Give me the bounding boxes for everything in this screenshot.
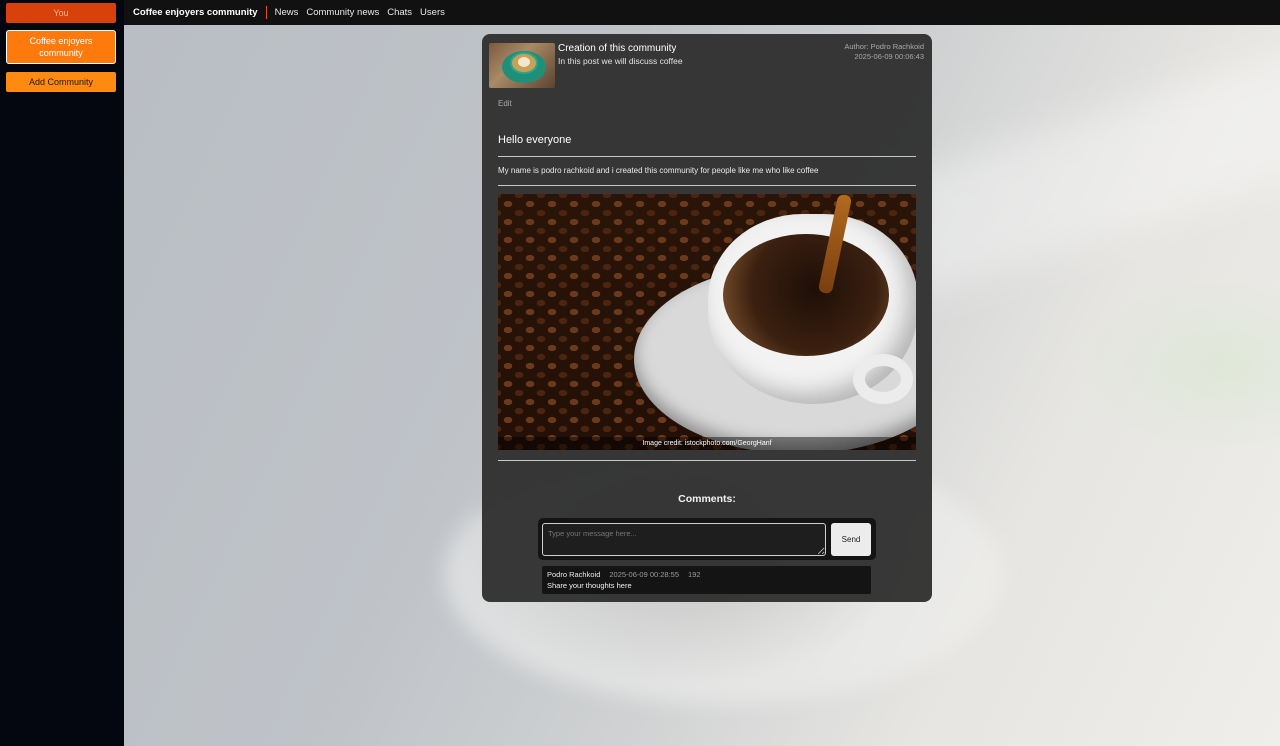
post-image: Image credit: istockphoto.com/GeorgHanf [498, 194, 916, 450]
sidebar: You Coffee enjoyers community Add Commun… [0, 0, 124, 746]
nav-community-news[interactable]: Community news [306, 7, 379, 18]
divider [498, 460, 916, 461]
comment-text: Share your thoughts here [547, 581, 632, 590]
post-body: My name is podro rachkoid and i created … [498, 166, 819, 175]
comment-author[interactable]: Podro Rachkoid [547, 570, 600, 579]
post-date: 2025-06-09 00:06:43 [854, 52, 924, 61]
image-credit: Image credit: istockphoto.com/GeorgHanf [498, 437, 916, 450]
community-button[interactable]: Coffee enjoyers community [6, 30, 116, 64]
nav-users[interactable]: Users [420, 7, 445, 18]
cup-handle [853, 354, 913, 404]
add-community-button[interactable]: Add Community [6, 72, 116, 92]
post-card: Creation of this community In this post … [482, 34, 932, 602]
message-input[interactable] [542, 523, 826, 556]
nav-chats[interactable]: Chats [387, 7, 412, 18]
post-subtitle: In this post we will discuss coffee [558, 56, 683, 66]
nav-news[interactable]: News [275, 7, 299, 18]
comment-item: Podro Rachkoid 2025-06-09 00:28:55 192 S… [542, 566, 871, 594]
background-light [877, 30, 1280, 300]
community-title[interactable]: Coffee enjoyers community [133, 7, 266, 18]
comment-composer: Send [538, 518, 876, 560]
divider [498, 156, 916, 157]
send-button[interactable]: Send [831, 523, 871, 556]
post-author: Author: Podro Rachkoid [844, 42, 924, 51]
thumbnail-latte-art [518, 57, 530, 67]
edit-link[interactable]: Edit [498, 99, 512, 108]
post-heading: Hello everyone [498, 134, 572, 146]
coffee-surface [723, 234, 889, 356]
you-button[interactable]: You [6, 3, 116, 23]
comments-title: Comments: [678, 493, 736, 505]
top-nav: Coffee enjoyers community News Community… [124, 0, 1280, 25]
comment-count: 192 [688, 570, 701, 579]
nav-divider [265, 6, 267, 19]
post-thumbnail [489, 43, 555, 88]
app-root: You Coffee enjoyers community Add Commun… [0, 0, 1280, 746]
divider [498, 185, 916, 186]
comment-meta: Podro Rachkoid 2025-06-09 00:28:55 192 [547, 570, 866, 579]
post-title: Creation of this community [558, 43, 677, 54]
comment-date: 2025-06-09 00:28:55 [609, 570, 680, 579]
